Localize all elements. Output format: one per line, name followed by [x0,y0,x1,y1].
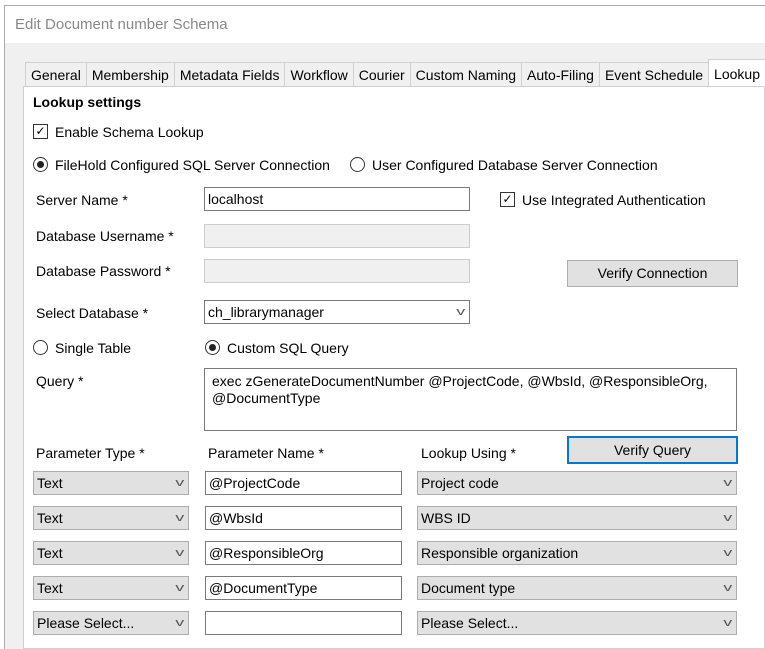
lookup-using-dropdown[interactable]: Please Select... v [417,611,737,635]
lookup-using-dropdown[interactable]: Responsible organization v [417,541,737,565]
chevron-down-icon: v [174,582,184,594]
lookup-using-value: Please Select... [421,615,519,631]
tab-workflow[interactable]: Workflow [284,62,354,86]
parameter-name-input[interactable] [205,611,402,635]
server-name-input[interactable]: localhost [204,187,470,211]
select-database-dropdown[interactable]: ch_librarymanager v [204,300,470,324]
window-title: Edit Document number Schema [15,16,228,33]
tab-auto-filing[interactable]: Auto-Filing [521,62,600,86]
parameter-type-dropdown[interactable]: Text v [33,541,189,565]
parameter-type-dropdown[interactable]: Please Select... v [33,611,189,635]
tab-lookup[interactable]: Lookup [708,59,765,86]
parameter-type-value: Text [37,580,63,596]
enable-lookup-checkbox[interactable]: ✓ [33,124,48,139]
lookup-using-dropdown[interactable]: WBS ID v [417,506,737,530]
parameter-name-input[interactable]: @ProjectCode [205,471,402,495]
parameter-type-value: Text [37,545,63,561]
server-name-label: Server Name * [36,192,128,208]
tab-custom-naming[interactable]: Custom Naming [409,62,523,86]
chevron-down-icon: v [722,512,732,524]
tab-courier[interactable]: Courier [352,62,411,86]
enable-lookup-label: Enable Schema Lookup [55,124,204,140]
lookup-using-value: WBS ID [421,510,471,526]
db-password-label: Database Password * [36,263,171,279]
query-label: Query * [36,373,84,389]
select-database-value: ch_librarymanager [208,304,324,320]
chevron-down-icon: v [174,617,184,629]
parameter-name-input[interactable]: @ResponsibleOrg [205,541,402,565]
tab-membership[interactable]: Membership [85,62,175,86]
lookup-using-dropdown[interactable]: Document type v [417,576,737,600]
select-database-label: Select Database * [36,305,149,321]
lookup-using-value: Project code [421,475,499,491]
custom-sql-radio[interactable] [205,340,220,355]
db-password-input[interactable] [204,259,470,283]
parameter-type-value: Text [37,510,63,526]
tab-event-schedule[interactable]: Event Schedule [598,62,710,86]
query-textarea[interactable]: exec zGenerateDocumentNumber @ProjectCod… [204,368,737,431]
parameter-name-input[interactable]: @DocumentType [205,576,402,600]
chevron-down-icon: v [455,306,465,318]
parameter-type-header: Parameter Type * [36,445,145,461]
title-bar: Edit Document number Schema [5,6,765,43]
chevron-down-icon: v [174,477,184,489]
verify-connection-button[interactable]: Verify Connection [567,260,738,287]
chevron-down-icon: v [722,477,732,489]
parameter-type-dropdown[interactable]: Text v [33,506,189,530]
filehold-connection-label: FileHold Configured SQL Server Connectio… [55,157,330,173]
chevron-down-icon: v [174,512,184,524]
lookup-using-value: Responsible organization [421,545,579,561]
tab-bar: General Membership Metadata Fields Workf… [25,59,765,86]
section-title: Lookup settings [33,94,142,110]
chevron-down-icon: v [722,582,732,594]
lookup-using-header: Lookup Using * [421,445,516,461]
verify-query-button[interactable]: Verify Query [567,436,738,464]
filehold-connection-radio[interactable] [33,157,48,172]
single-table-radio[interactable] [33,340,48,355]
db-username-input[interactable] [204,224,470,248]
custom-sql-label: Custom SQL Query [227,340,349,356]
tab-metadata-fields[interactable]: Metadata Fields [173,62,286,86]
chevron-down-icon: v [722,547,732,559]
lookup-using-value: Document type [421,580,516,596]
integrated-auth-label: Use Integrated Authentication [522,192,706,208]
integrated-auth-checkbox[interactable]: ✓ [500,192,515,207]
lookup-using-dropdown[interactable]: Project code v [417,471,737,495]
parameter-type-dropdown[interactable]: Text v [33,471,189,495]
parameter-type-value: Text [37,475,63,491]
user-connection-radio[interactable] [350,157,365,172]
tab-general[interactable]: General [25,62,87,86]
single-table-label: Single Table [55,340,132,356]
user-connection-label: User Configured Database Server Connecti… [372,157,658,173]
chevron-down-icon: v [174,547,184,559]
parameter-type-value: Please Select... [37,615,135,631]
chevron-down-icon: v [722,617,732,629]
parameter-name-input[interactable]: @WbsId [205,506,402,530]
parameter-type-dropdown[interactable]: Text v [33,576,189,600]
parameter-name-header: Parameter Name * [208,445,324,461]
db-username-label: Database Username * [36,228,174,244]
